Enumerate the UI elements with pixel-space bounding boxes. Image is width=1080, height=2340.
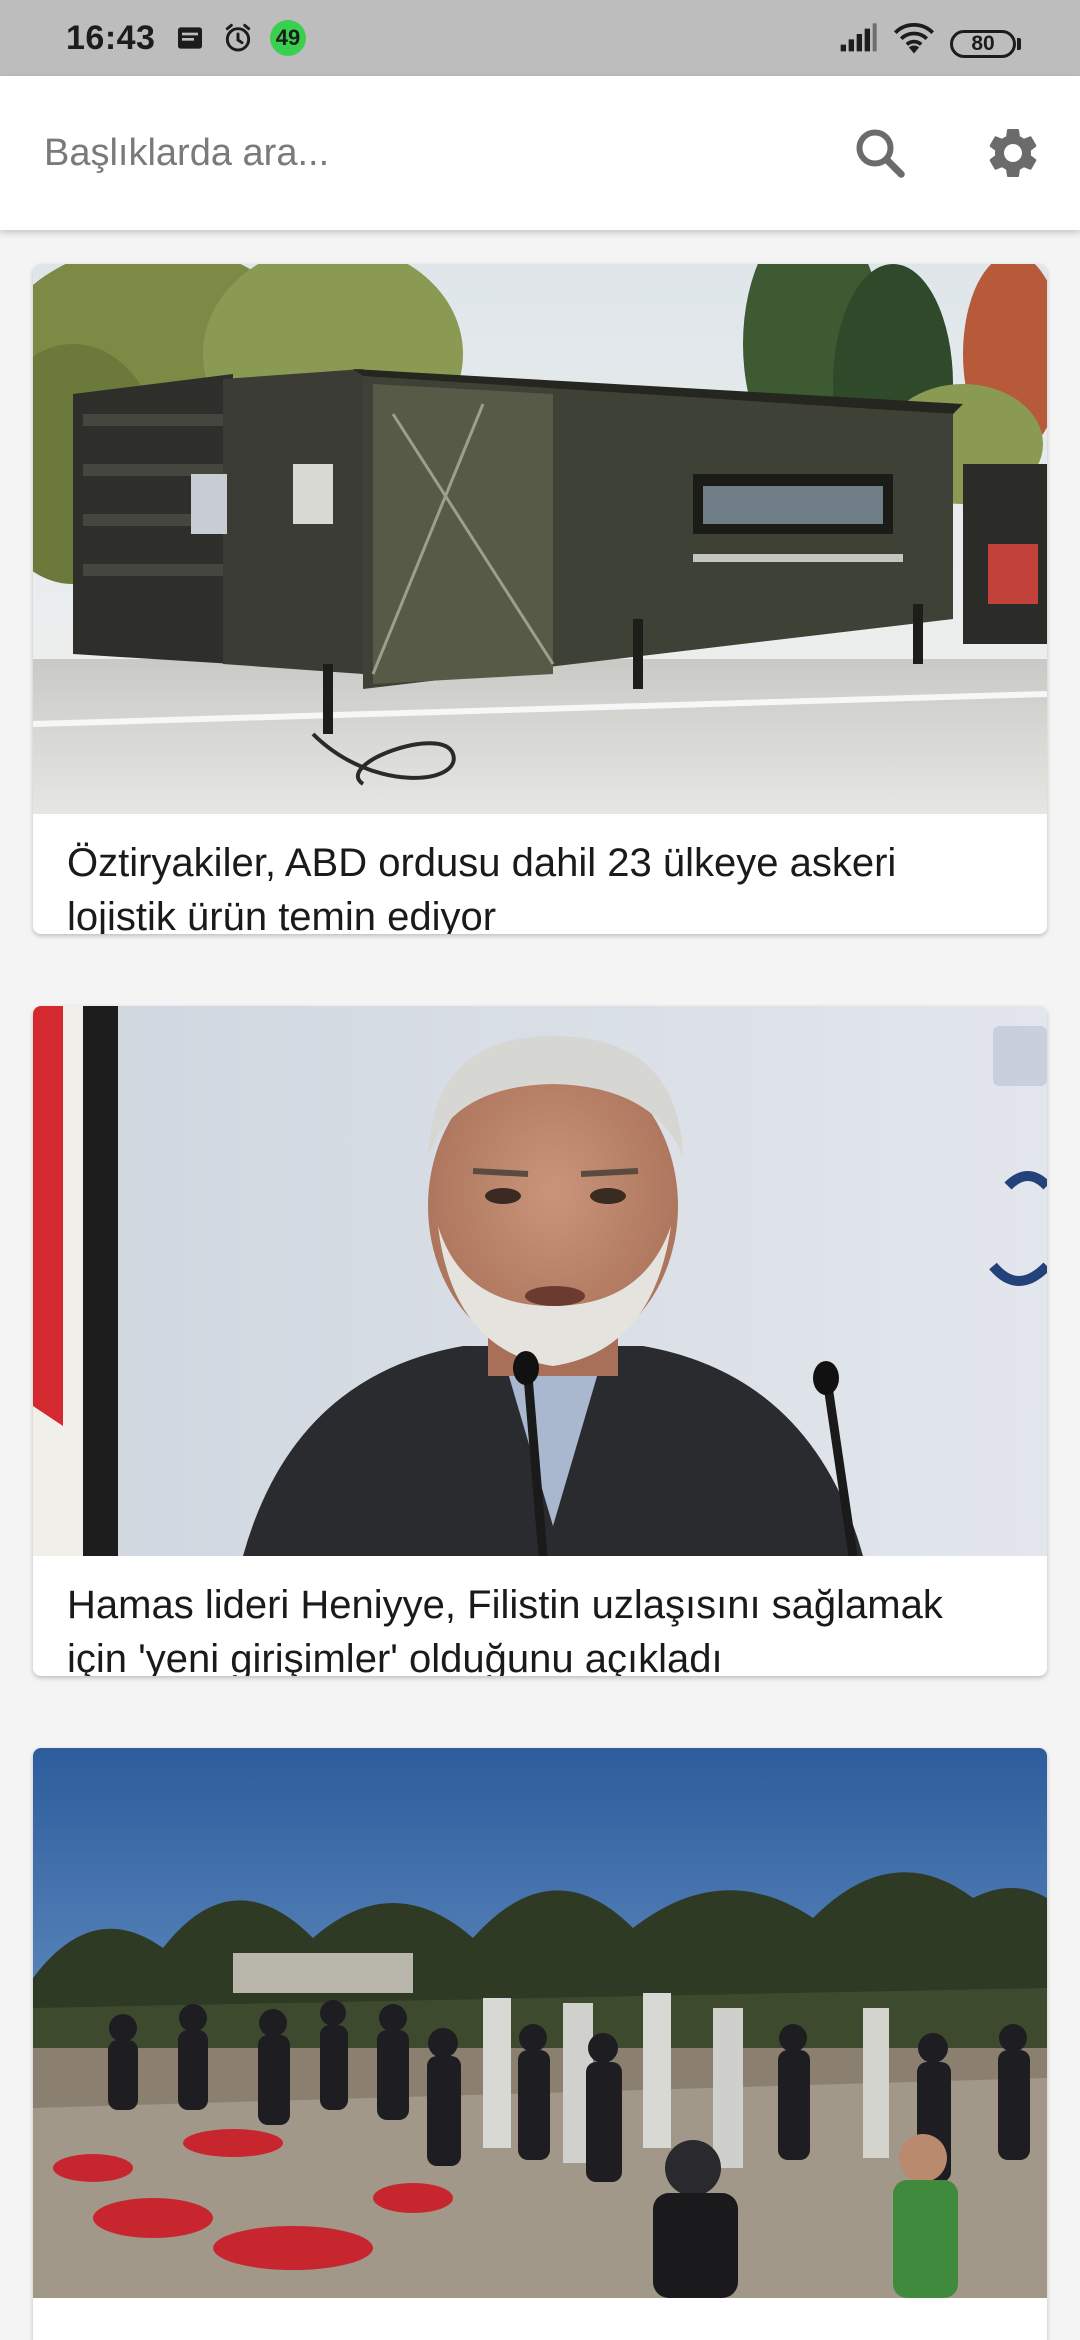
military-container-photo[interactable] bbox=[33, 264, 1047, 814]
battery-icon: 80 bbox=[950, 30, 1016, 58]
status-time: 16:43 bbox=[66, 19, 156, 57]
news-card[interactable] bbox=[33, 1748, 1047, 2340]
article-title[interactable]: Öztiryakiler, ABD ordusu dahil 23 ülkeye… bbox=[33, 814, 1047, 934]
alarm-icon bbox=[222, 22, 254, 54]
news-feed[interactable]: Öztiryakiler, ABD ordusu dahil 23 ülkeye… bbox=[0, 230, 1080, 2340]
notification-count-badge: 49 bbox=[270, 20, 306, 56]
news-card[interactable]: Hamas lideri Heniyye, Filistin uzlaşısın… bbox=[33, 1006, 1047, 1676]
status-bar: 16:43 49 80 bbox=[0, 0, 1080, 76]
portrait-speaker-photo[interactable] bbox=[33, 1006, 1047, 1556]
search-header bbox=[0, 76, 1080, 230]
settings-button[interactable] bbox=[983, 123, 1043, 183]
battery-tip bbox=[1017, 38, 1021, 50]
article-title[interactable]: Hamas lideri Heniyye, Filistin uzlaşısın… bbox=[33, 1556, 1047, 1676]
article-title[interactable] bbox=[33, 2298, 1047, 2340]
wifi-icon bbox=[892, 22, 936, 56]
memorial-cemetery-crowd-photo[interactable] bbox=[33, 1748, 1047, 2298]
news-card[interactable]: Öztiryakiler, ABD ordusu dahil 23 ülkeye… bbox=[33, 264, 1047, 934]
message-icon bbox=[174, 22, 206, 54]
search-button[interactable] bbox=[850, 123, 910, 183]
search-input[interactable] bbox=[44, 121, 804, 185]
signal-icon bbox=[838, 22, 878, 54]
gear-icon bbox=[983, 123, 1043, 183]
search-icon bbox=[850, 123, 910, 183]
